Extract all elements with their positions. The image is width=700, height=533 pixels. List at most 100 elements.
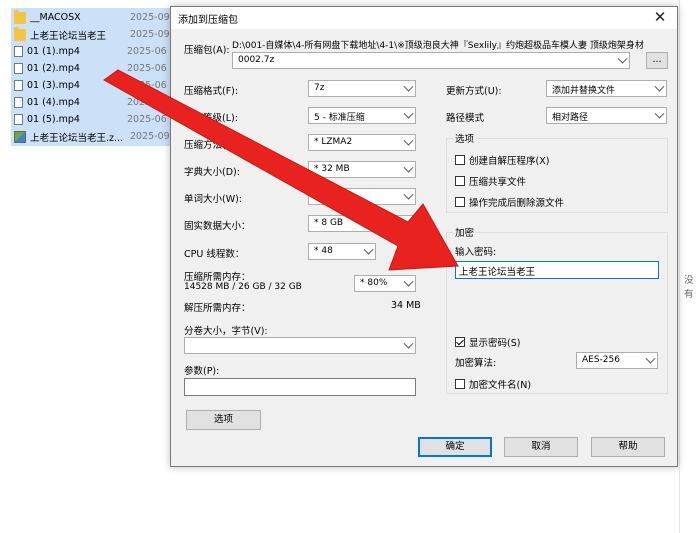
sfx-checkbox[interactable]: 创建自解压程序(X) [455, 153, 549, 167]
shared-label: 压缩共享文件 [469, 177, 527, 188]
dialog-title: 添加到压缩包 [178, 15, 238, 26]
file-name: 上老王论坛当老王 [30, 30, 107, 42]
params-label: 参数(P): [184, 366, 220, 377]
split-select[interactable] [184, 337, 416, 354]
file-icon [14, 114, 23, 125]
mem-pct-select[interactable]: * 80% [354, 275, 416, 292]
mem-pct-value: * 80% [360, 278, 388, 288]
solid-select[interactable]: * 8 GB [308, 215, 416, 232]
level-value: 5 - 标准压缩 [314, 113, 365, 123]
path-value: 相对路径 [552, 113, 589, 123]
path-label: 路径模式 [446, 113, 485, 124]
chevron-down-icon [654, 108, 665, 119]
archive-path: D:\001-自媒体\4-所有网盘下载地址\4-1\※顶级泡良大神『Sexlil… [232, 41, 644, 51]
mem-label: 压缩所需内存： [184, 272, 251, 283]
decomp-label: 解压所需内存： [184, 303, 251, 314]
delete-label: 操作完成后删除源文件 [469, 198, 565, 209]
file-date: 2025-09 [130, 131, 170, 142]
level-label: 压缩等级(L): [184, 113, 238, 124]
update-label: 更新方式(U): [446, 86, 502, 97]
chevron-down-icon [403, 135, 414, 146]
file-date: 2025-06 [127, 80, 167, 91]
file-icon [14, 80, 23, 91]
file-row[interactable]: 上老王论坛当老王 2025-09 [11, 26, 181, 43]
password-value: 上老王论坛当老王 [459, 267, 536, 278]
update-select[interactable]: 添加并替换文件 [546, 80, 667, 97]
chevron-down-icon [403, 216, 414, 227]
file-name: 01 (5).mp4 [27, 114, 80, 125]
params-input[interactable] [184, 378, 416, 396]
split-label: 分卷大小，字节(V): [184, 326, 268, 337]
delete-checkbox[interactable]: 操作完成后删除源文件 [455, 195, 564, 209]
file-row[interactable]: 01 (2).mp4 2025-06 [11, 60, 181, 77]
archive-name-value: 0002.7z [238, 55, 275, 65]
encrypt-group: 加密 输入密码: 上老王论坛当老王 显示密码(S) 加密算法: AES-256 … [446, 225, 668, 394]
archive-name-combo[interactable]: 0002.7z [232, 52, 630, 69]
chevron-down-icon [403, 81, 414, 92]
zip-icon [14, 130, 26, 143]
word-select[interactable]: * 32 [308, 188, 416, 205]
file-name: 上老王论坛当老王.z... [30, 132, 124, 144]
archive-label: 压缩包(A): [184, 45, 230, 56]
checkbox-box [455, 379, 465, 389]
shared-checkbox[interactable]: 压缩共享文件 [455, 174, 526, 188]
file-date: 2025-06 [127, 46, 167, 57]
file-row[interactable]: 01 (5).mp4 2025-06 [11, 111, 181, 128]
format-select[interactable]: 7z [308, 80, 416, 97]
scrollbar[interactable] [679, 0, 700, 533]
cancel-button[interactable]: 取消 [504, 437, 578, 457]
file-row[interactable]: 01 (4).mp4 2025-06 [11, 94, 181, 111]
chevron-down-icon [617, 53, 628, 64]
close-icon[interactable]: ✕ [649, 8, 671, 27]
solid-label: 固实数据大小： [184, 221, 251, 232]
file-row[interactable]: 01 (1).mp4 2025-06 [11, 43, 181, 60]
folder-icon [14, 9, 26, 24]
chevron-down-icon [403, 162, 414, 173]
options-button[interactable]: 选项 [186, 410, 261, 430]
ok-button[interactable]: 确定 [418, 437, 492, 457]
options-group-label: 选项 [453, 131, 477, 145]
browse-button[interactable]: ... [646, 52, 668, 69]
cpu-select[interactable]: * 48 [308, 243, 376, 260]
file-date: 2025-09 [130, 29, 170, 40]
format-value: 7z [314, 83, 325, 93]
encrypt-group-label: 加密 [453, 225, 477, 239]
file-row[interactable]: 上老王论坛当老王.z... 2025-09 [11, 128, 181, 145]
mem-value: 14528 MB / 26 GB / 32 GB [184, 282, 302, 292]
algo-value: AES-256 [582, 355, 620, 365]
method-label: 压缩方法(M): [184, 140, 241, 151]
chevron-down-icon [645, 353, 656, 364]
help-button[interactable]: 帮助 [591, 437, 665, 457]
folder-icon [14, 26, 26, 41]
encrypt-names-label: 加密文件名(N) [469, 380, 532, 391]
checkbox-box [455, 197, 465, 207]
cpu-label: CPU 线程数： [184, 249, 245, 260]
dict-select[interactable]: * 32 MB [308, 161, 416, 178]
level-select[interactable]: 5 - 标准压缩 [308, 107, 416, 124]
decomp-value: 34 MB [391, 300, 421, 311]
options-group: 选项 创建自解压程序(X) 压缩共享文件 操作完成后删除源文件 [446, 131, 668, 213]
file-row[interactable]: 01 (3).mp4 2025-06 [11, 77, 181, 94]
solid-value: * 8 GB [314, 218, 344, 228]
password-label: 输入密码: [455, 247, 497, 258]
algo-select[interactable]: AES-256 [576, 352, 658, 369]
word-value: * 32 [314, 191, 333, 201]
file-icon [14, 63, 23, 74]
title-bar: 添加到压缩包 ✕ [171, 7, 677, 29]
password-input[interactable]: 上老王论坛当老王 [455, 261, 659, 279]
file-name: __MACOSX [30, 12, 81, 23]
checkbox-box [455, 337, 465, 347]
side-text: 没有 [684, 275, 694, 300]
file-date: 2025-06 [127, 63, 167, 74]
path-select[interactable]: 相对路径 [546, 107, 667, 124]
file-name: 01 (1).mp4 [27, 46, 80, 57]
file-row[interactable]: __MACOSX 2025-09 [11, 9, 181, 26]
file-date: 2025-06 [127, 114, 167, 125]
dict-value: * 32 MB [314, 164, 350, 174]
checkbox-box [455, 155, 465, 165]
update-value: 添加并替换文件 [552, 86, 616, 96]
file-icon [14, 97, 23, 108]
show-password-checkbox[interactable]: 显示密码(S) [455, 335, 520, 349]
method-select[interactable]: * LZMA2 [308, 134, 416, 151]
encrypt-names-checkbox[interactable]: 加密文件名(N) [455, 377, 531, 391]
